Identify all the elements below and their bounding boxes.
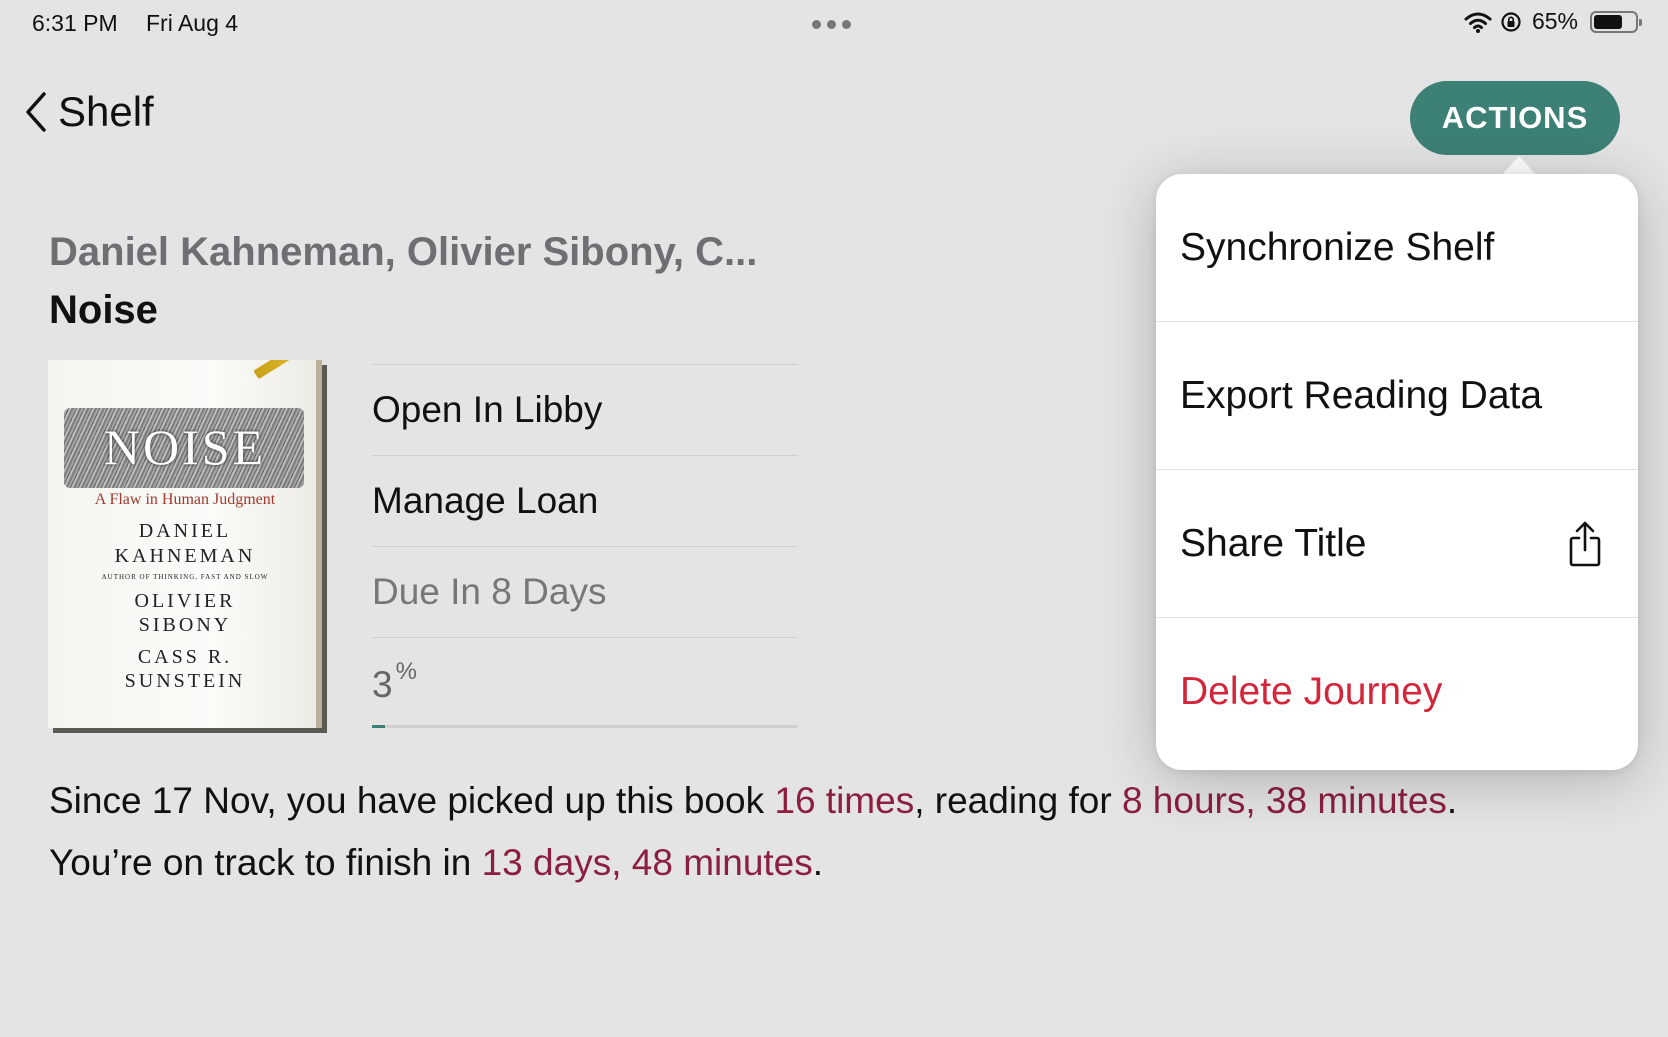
delete-journey-label: Delete Journey bbox=[1180, 670, 1443, 713]
cover-author1-note: AUTHOR OF THINKING, FAST AND SLOW bbox=[101, 573, 269, 581]
popover-arrow bbox=[1501, 156, 1537, 176]
cover-author3-last: SUNSTEIN bbox=[124, 670, 246, 692]
reading-summary: Since 17 Nov, you have picked up this bo… bbox=[49, 770, 1629, 894]
status-date: Fri Aug 4 bbox=[146, 10, 239, 36]
actions-popover: Synchronize Shelf Export Reading Data Sh… bbox=[1156, 174, 1638, 770]
manage-loan-button[interactable]: Manage Loan bbox=[372, 455, 798, 546]
orientation-lock-icon bbox=[1501, 11, 1521, 32]
cover-author2-first: OLIVIER bbox=[134, 590, 236, 612]
cover-subtitle: A Flaw in Human Judgment bbox=[94, 491, 276, 508]
export-reading-data-label: Export Reading Data bbox=[1180, 373, 1543, 417]
progress-track bbox=[372, 725, 798, 728]
wifi-icon bbox=[1464, 12, 1492, 33]
multitasking-dots-icon[interactable] bbox=[812, 20, 851, 29]
battery-percent: 65% bbox=[1531, 8, 1578, 34]
book-options-list: Open In Libby Manage Loan Due In 8 Days … bbox=[372, 364, 798, 728]
progress-unit: % bbox=[395, 658, 417, 685]
cover-title: NOISE bbox=[103, 419, 267, 475]
book-cover[interactable]: NOISE A Flaw in Human Judgment DANIEL KA… bbox=[48, 360, 322, 728]
delete-journey-button[interactable]: Delete Journey bbox=[1156, 618, 1638, 766]
summary-text: , reading for bbox=[914, 780, 1122, 821]
progress-fill bbox=[372, 725, 385, 728]
back-label: Shelf bbox=[58, 88, 154, 135]
share-title-label: Share Title bbox=[1180, 521, 1367, 565]
status-indicators: 65% bbox=[1464, 8, 1642, 35]
synchronize-shelf-button[interactable]: Synchronize Shelf bbox=[1156, 174, 1638, 322]
pencil-illustration bbox=[253, 360, 322, 380]
share-icon bbox=[1569, 521, 1601, 566]
progress-percent: 3% bbox=[372, 658, 417, 706]
export-reading-data-button[interactable]: Export Reading Data bbox=[1156, 322, 1638, 470]
summary-text: . bbox=[1446, 780, 1458, 821]
synchronize-shelf-label: Synchronize Shelf bbox=[1180, 225, 1495, 269]
status-bar: 6:31 PM Fri Aug 4 65% bbox=[0, 0, 1668, 48]
back-button[interactable]: Shelf bbox=[24, 88, 154, 136]
cover-author3-first: CASS R. bbox=[137, 646, 233, 668]
share-title-button[interactable]: Share Title bbox=[1156, 470, 1638, 618]
summary-times: 16 times bbox=[774, 780, 915, 821]
actions-button[interactable]: ACTIONS bbox=[1410, 81, 1620, 155]
book-authors: Daniel Kahneman, Olivier Sibony, C... bbox=[49, 230, 758, 274]
summary-finish: 13 days, 48 minutes bbox=[481, 842, 813, 883]
summary-text: You’re on track to finish in bbox=[49, 842, 482, 883]
progress-value: 3 bbox=[372, 664, 393, 705]
summary-duration: 8 hours, 38 minutes bbox=[1121, 780, 1447, 821]
chevron-left-icon bbox=[26, 92, 46, 132]
battery-icon bbox=[1590, 10, 1642, 33]
summary-text: . bbox=[812, 842, 824, 883]
open-in-libby-button[interactable]: Open In Libby bbox=[372, 364, 798, 455]
status-time: 6:31 PM bbox=[32, 10, 118, 36]
book-title: Noise bbox=[49, 288, 158, 332]
cover-author1-first: DANIEL bbox=[138, 520, 232, 542]
reading-progress: 3% bbox=[372, 637, 798, 728]
cover-author2-last: SIBONY bbox=[138, 614, 232, 636]
summary-text: Since 17 Nov, you have picked up this bo… bbox=[49, 780, 775, 821]
due-date-label: Due In 8 Days bbox=[372, 546, 798, 637]
cover-author1-last: KAHNEMAN bbox=[114, 545, 256, 567]
